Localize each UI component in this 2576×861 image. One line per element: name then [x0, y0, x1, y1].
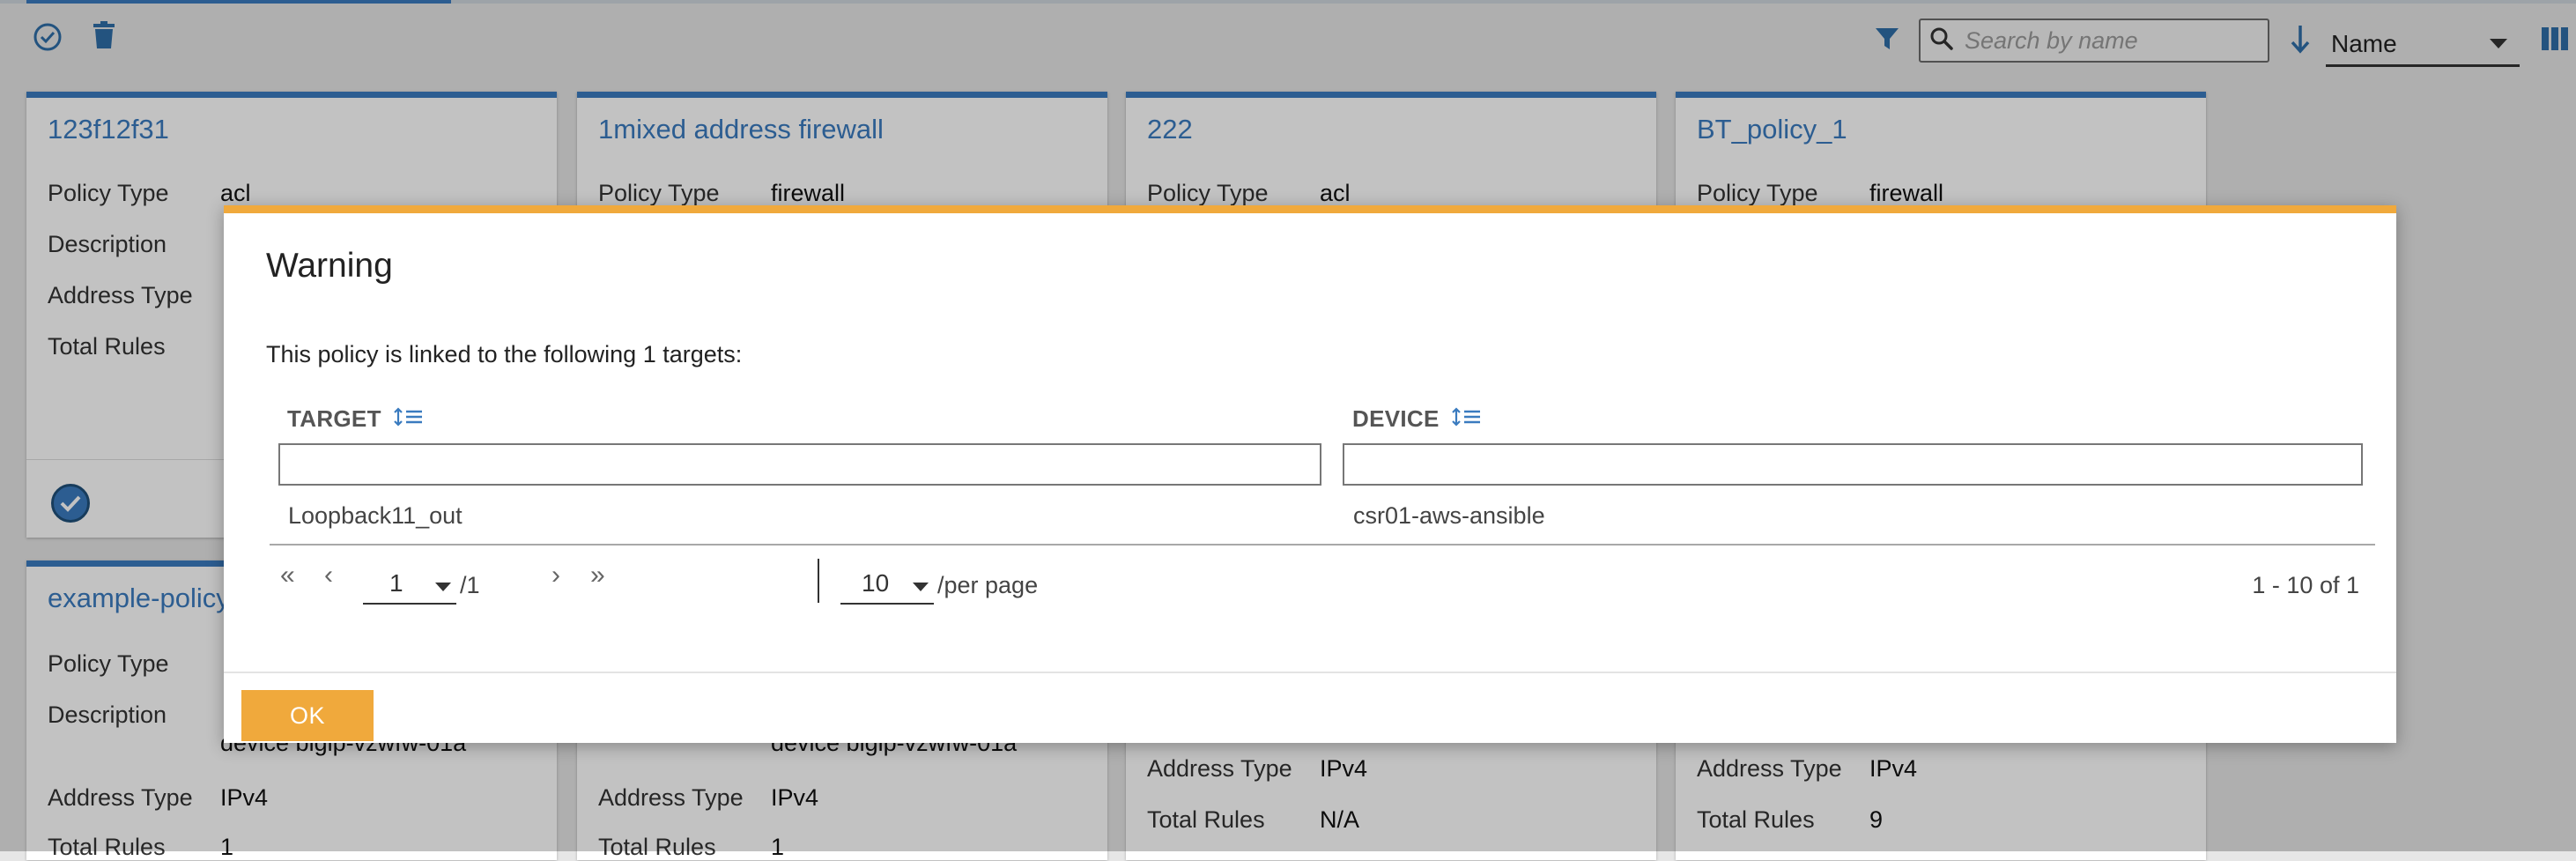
pagination-separator — [818, 559, 819, 603]
pagination-bar: « ‹ 1 /1 › » 10 /per page 1 - 10 of 1 — [270, 546, 2375, 617]
device-cell: csr01-aws-ansible — [1353, 502, 1545, 529]
last-page-icon[interactable]: » — [590, 560, 605, 590]
device-filter-input[interactable] — [1343, 443, 2363, 486]
ok-button[interactable]: OK — [241, 690, 374, 741]
chevron-down-icon — [435, 583, 451, 591]
modal-footer-divider — [224, 672, 2396, 673]
sort-lines-icon[interactable] — [1451, 405, 1482, 433]
target-cell: Loopback11_out — [288, 502, 463, 529]
pagination-range: 1 - 10 of 1 — [2252, 572, 2359, 598]
total-pages: /1 — [460, 572, 480, 598]
table-divider — [270, 544, 2375, 546]
modal-message: This policy is linked to the following 1… — [266, 341, 743, 367]
per-page-value: 10 — [862, 569, 890, 597]
column-header-target[interactable]: TARGET — [287, 405, 424, 433]
page-select[interactable]: 1 — [363, 564, 456, 605]
sort-lines-icon[interactable] — [393, 405, 424, 433]
prev-page-icon[interactable]: ‹ — [324, 560, 333, 590]
column-header-label: DEVICE — [1352, 405, 1440, 432]
target-filter-input[interactable] — [278, 443, 1321, 486]
warning-modal: Warning This policy is linked to the fol… — [224, 205, 2396, 743]
first-page-icon[interactable]: « — [280, 560, 295, 590]
column-header-device[interactable]: DEVICE — [1352, 405, 1482, 433]
modal-title: Warning — [266, 247, 393, 285]
next-page-icon[interactable]: › — [551, 560, 560, 590]
per-page-select[interactable]: 10 — [840, 564, 934, 605]
page-select-value: 1 — [389, 569, 403, 597]
per-page-label: /per page — [937, 572, 1039, 598]
chevron-down-icon — [913, 583, 929, 591]
column-header-label: TARGET — [287, 405, 381, 432]
